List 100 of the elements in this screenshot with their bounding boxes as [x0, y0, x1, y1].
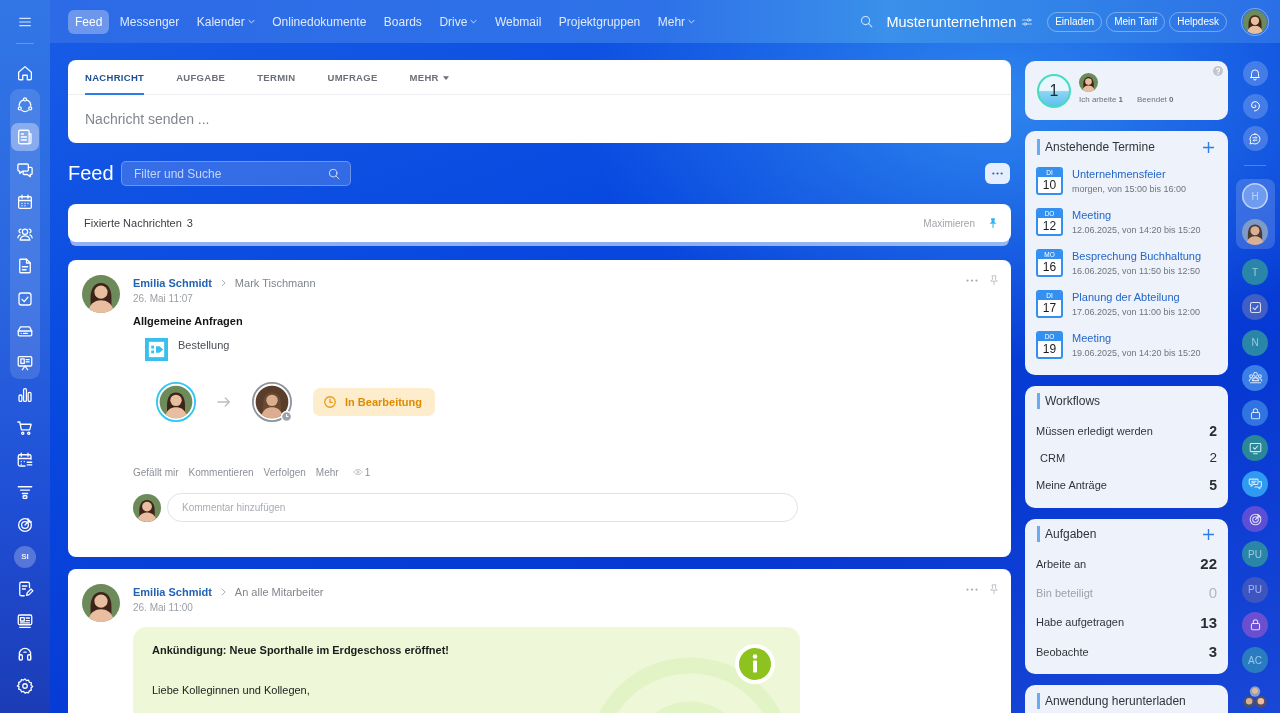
- nav-tab[interactable]: Messenger: [112, 9, 187, 34]
- pinned-label[interactable]: Fixierte Nachrichten: [84, 217, 182, 229]
- attachment-name[interactable]: Bestellung: [178, 338, 230, 352]
- chat-avatar[interactable]: PU: [1242, 541, 1268, 568]
- chat-button[interactable]: [1242, 364, 1268, 391]
- rail-button[interactable]: [1242, 61, 1268, 86]
- chat-avatar[interactable]: AC: [1242, 647, 1268, 674]
- author-link[interactable]: Emilia Schmidt: [133, 586, 212, 598]
- card-title: Anwendung herunterladen: [1037, 693, 1186, 709]
- composer-tab[interactable]: UMFRAGE: [327, 60, 378, 95]
- workflow-label[interactable]: Müssen erledigt werden: [1036, 424, 1153, 437]
- sliders-icon[interactable]: [1021, 15, 1034, 28]
- announcement-title: Ankündigung: Neue Sporthalle im Erdgeschoss eröffnet!: [152, 643, 451, 657]
- chat-button[interactable]: [1242, 470, 1268, 497]
- user-initials-avatar[interactable]: SI: [14, 545, 36, 568]
- calendar-list-icon: [16, 450, 34, 469]
- bell-icon: [1248, 66, 1262, 81]
- event-link[interactable]: Planung der Abteilung: [1072, 290, 1200, 305]
- post-action-link[interactable]: Verfolgen: [263, 466, 306, 478]
- workflow-count: 2: [1209, 450, 1217, 465]
- workflow-label[interactable]: CRM: [1036, 451, 1066, 464]
- chat-icon: [1247, 476, 1263, 492]
- post-action-link[interactable]: Kommentieren: [188, 466, 254, 478]
- nav-tab[interactable]: Webmail: [487, 9, 549, 34]
- dots-icon[interactable]: [966, 588, 978, 591]
- user-avatar: [1079, 73, 1098, 92]
- chat-button[interactable]: [1242, 611, 1268, 638]
- chat-avatar[interactable]: T: [1242, 259, 1268, 285]
- event-link[interactable]: Unternehmensfeier: [1072, 167, 1187, 182]
- user-avatar[interactable]: [82, 584, 120, 622]
- task-label[interactable]: Habe aufgetragen: [1036, 616, 1125, 629]
- settings-icon: [16, 677, 34, 696]
- author-link[interactable]: Emilia Schmidt: [133, 277, 212, 289]
- chat-button[interactable]: [1242, 435, 1268, 462]
- calendar-icon: [16, 192, 34, 211]
- dots-icon[interactable]: [966, 279, 978, 282]
- chat-avatar[interactable]: PU: [1242, 576, 1268, 603]
- chevron-icon: [220, 279, 226, 287]
- nav-tab[interactable]: Drive: [432, 9, 485, 34]
- chat-button[interactable]: [1242, 400, 1268, 427]
- checkbox-icon: [1247, 299, 1263, 315]
- event-time: morgen, von 15:00 bis 16:00: [1072, 183, 1187, 196]
- nav-tab[interactable]: Onlinedokumente: [265, 9, 374, 34]
- task-label[interactable]: Arbeite an: [1036, 557, 1087, 570]
- view-count: 1: [364, 466, 371, 478]
- clock-icon: [323, 395, 337, 409]
- sidebar-item[interactable]: [11, 123, 39, 152]
- rail-button[interactable]: [1242, 126, 1268, 151]
- checkbox-icon: [16, 289, 34, 308]
- event-time: 19.06.2025, von 14:20 bis 15:20: [1072, 347, 1201, 360]
- nav-tab[interactable]: Projektgruppen: [551, 9, 648, 34]
- target-icon: [16, 515, 34, 534]
- event-time: 12.06.2025, von 14:20 bis 15:20: [1072, 224, 1201, 237]
- workflow-count: 5: [1209, 476, 1217, 493]
- post-action-link[interactable]: Mehr: [315, 466, 339, 478]
- cart-icon: [16, 418, 34, 437]
- task-label[interactable]: Beobachte: [1036, 645, 1089, 658]
- user-avatar[interactable]: [252, 382, 292, 422]
- work-counter[interactable]: 1: [1037, 73, 1071, 108]
- comment-field[interactable]: Kommentar hinzufügen: [167, 493, 798, 522]
- event-link[interactable]: Meeting: [1072, 208, 1201, 223]
- rail-button[interactable]: [1242, 93, 1268, 119]
- task-label[interactable]: Bin beteiligt: [1036, 586, 1093, 599]
- document-edit-icon: [16, 580, 34, 599]
- more-button[interactable]: [985, 163, 1010, 184]
- nav-tab[interactable]: Feed: [68, 9, 110, 34]
- nav-tab[interactable]: Kalender: [189, 9, 262, 34]
- plus-icon: [1203, 141, 1214, 153]
- chat-button[interactable]: [1242, 294, 1268, 321]
- add-button[interactable]: [1203, 528, 1214, 540]
- composer-tab[interactable]: TERMIN: [257, 60, 296, 95]
- dots-circle-icon: [16, 96, 34, 114]
- spiral-icon: [1248, 99, 1262, 113]
- composer-tab[interactable]: AUFGABE: [176, 60, 226, 95]
- monitor-check-icon: [1247, 441, 1263, 456]
- home-icon: [16, 64, 34, 82]
- workflow-label[interactable]: Meine Anträge: [1036, 478, 1107, 491]
- composer-tab[interactable]: MEHR: [409, 60, 449, 95]
- target-icon: [1247, 511, 1263, 527]
- nav-tab[interactable]: Boards: [376, 9, 429, 34]
- event-link[interactable]: Besprechung Buchhaltung: [1072, 249, 1202, 264]
- post-date: 26. Mai 11:00: [133, 601, 194, 615]
- company-name[interactable]: Musterunternehmen: [886, 13, 1017, 30]
- dots-icon: [992, 172, 1003, 175]
- nav-tab[interactable]: Mehr: [650, 9, 703, 34]
- recipient-name[interactable]: Mark Tischmann: [234, 277, 316, 289]
- user-avatar[interactable]: [82, 275, 120, 313]
- user-avatar[interactable]: [156, 382, 196, 422]
- maximize-link[interactable]: Maximieren: [923, 217, 975, 229]
- document-icon: [16, 257, 34, 276]
- event-link[interactable]: Meeting: [1072, 331, 1201, 346]
- post-action-link[interactable]: Gefällt mir: [133, 466, 179, 478]
- feed-title: Feed: [68, 162, 115, 185]
- chat-avatar[interactable]: N: [1242, 329, 1268, 356]
- search-icon[interactable]: [859, 14, 875, 29]
- add-button[interactable]: [1203, 141, 1214, 153]
- search-icon[interactable]: [327, 166, 341, 181]
- chat-button[interactable]: [1242, 506, 1268, 533]
- message-input[interactable]: Nachricht senden ...: [68, 95, 1011, 143]
- recipient-name[interactable]: An alle Mitarbeiter: [234, 586, 324, 598]
